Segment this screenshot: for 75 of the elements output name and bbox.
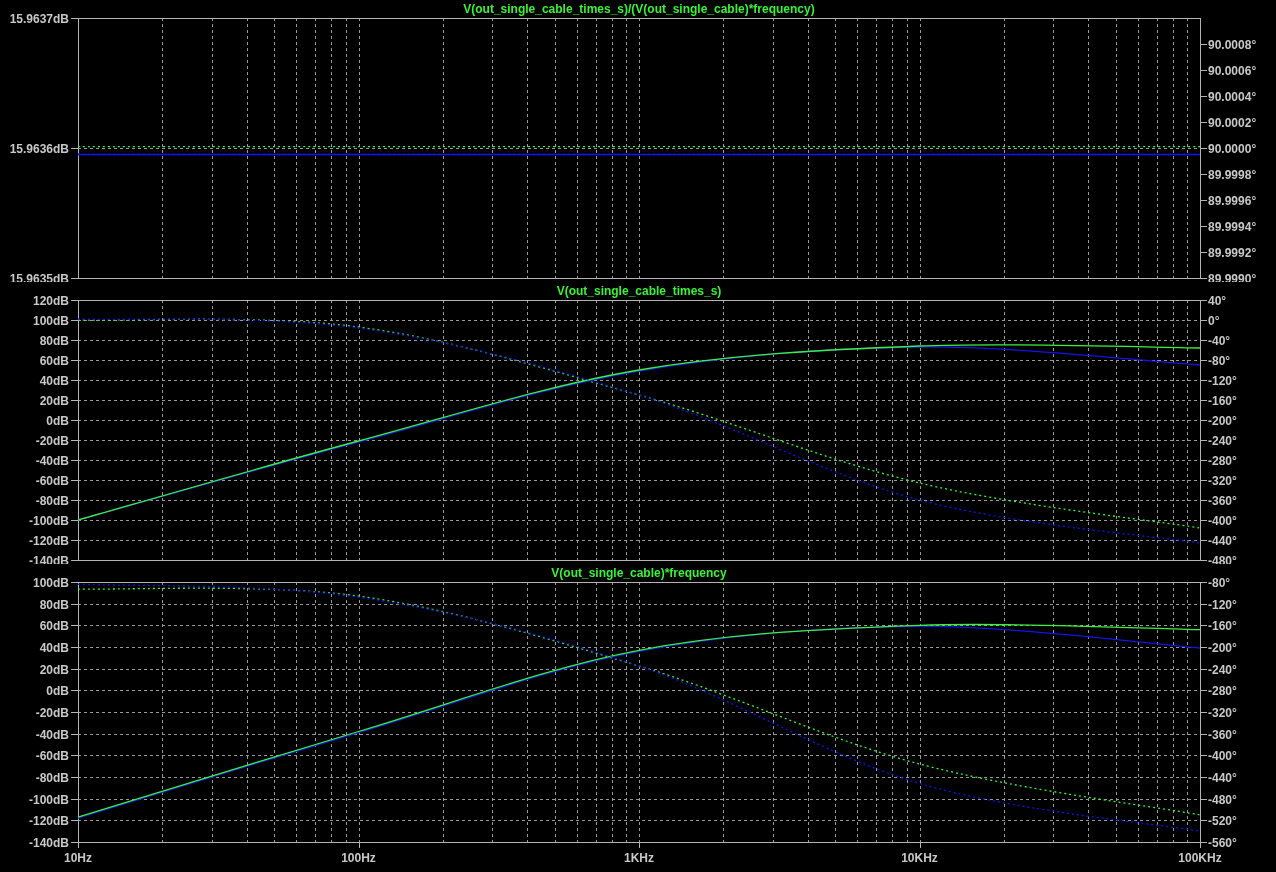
- y-axis-label: -320°: [1208, 705, 1237, 720]
- y-axis-label: -80dB: [35, 493, 69, 508]
- y-axis-label: -40°: [1208, 333, 1231, 348]
- y-axis-label: 80dB: [39, 597, 69, 612]
- y-axis-label: -400°: [1208, 513, 1237, 528]
- y-axis-label: 80dB: [39, 333, 69, 348]
- y-axis-label: -60dB: [35, 748, 69, 763]
- y-axis-label: 60dB: [39, 618, 69, 633]
- y-axis-label: 90.0002°: [1208, 115, 1257, 130]
- y-axis-label: -560°: [1208, 835, 1237, 850]
- y-axis-label: 90.0000°: [1208, 141, 1257, 156]
- y-axis-label: 0dB: [46, 683, 69, 698]
- x-axis-label: 1KHz: [624, 851, 654, 865]
- plot-title: V(out_single_cable_times_s)/(V(out_single_cable)*frequency): [463, 2, 815, 16]
- x-axis-label: 10KHz: [901, 851, 938, 865]
- y-axis-label: -360°: [1208, 727, 1237, 742]
- y-axis-label: -280°: [1208, 453, 1237, 468]
- plot-title: V(out_single_cable)*frequency: [551, 566, 727, 580]
- y-axis-label: -80°: [1208, 353, 1231, 368]
- y-axis-label: 40dB: [39, 373, 69, 388]
- y-axis-label: -140dB: [29, 835, 69, 850]
- x-axis-label: 10Hz: [64, 851, 92, 865]
- y-axis-label: -60dB: [35, 473, 69, 488]
- y-axis-label: -440°: [1208, 533, 1237, 548]
- y-axis-label: 20dB: [39, 662, 69, 677]
- y-axis-label: 40°: [1208, 293, 1227, 308]
- y-axis-label: -80dB: [35, 770, 69, 785]
- y-axis-label: -480°: [1208, 792, 1237, 807]
- y-axis-label: -240°: [1208, 662, 1237, 677]
- y-axis-label: 0°: [1208, 313, 1220, 328]
- y-axis-label: -240°: [1208, 433, 1237, 448]
- y-axis-label: -120dB: [29, 813, 69, 828]
- y-axis-label: 90.0008°: [1208, 37, 1257, 52]
- y-axis-label: 90.0004°: [1208, 89, 1257, 104]
- y-axis-label: -160°: [1208, 393, 1237, 408]
- y-axis-label: 89.9998°: [1208, 167, 1257, 182]
- y-axis-label: -160°: [1208, 618, 1237, 633]
- plot-title: V(out_single_cable_times_s): [556, 284, 722, 298]
- y-axis-label: -40dB: [35, 727, 69, 742]
- y-axis-label: 60dB: [39, 353, 69, 368]
- y-axis-label: -480°: [1208, 553, 1237, 564]
- y-axis-label: 120dB: [32, 293, 69, 308]
- y-axis-label: 100dB: [32, 575, 69, 590]
- y-axis-label: -120°: [1208, 373, 1237, 388]
- y-axis-label: -360°: [1208, 493, 1237, 508]
- y-axis-label: -320°: [1208, 473, 1237, 488]
- y-axis-label: -120°: [1208, 597, 1237, 612]
- y-axis-label: -440°: [1208, 770, 1237, 785]
- y-axis-label: -20dB: [35, 705, 69, 720]
- y-axis-label: 90.0006°: [1208, 63, 1257, 78]
- y-axis-label: 89.9990°: [1208, 271, 1257, 282]
- y-axis-label: 40dB: [39, 640, 69, 655]
- y-axis-label: 20dB: [39, 393, 69, 408]
- y-axis-label: 89.9996°: [1208, 193, 1257, 208]
- y-axis-label: 89.9992°: [1208, 245, 1257, 260]
- x-axis-label: 100Hz: [341, 851, 376, 865]
- y-axis-label: -120dB: [29, 533, 69, 548]
- y-axis-label: -100dB: [29, 513, 69, 528]
- y-axis-label: -400°: [1208, 748, 1237, 763]
- y-axis-label: 100dB: [32, 313, 69, 328]
- y-axis-label: 0dB: [46, 413, 69, 428]
- y-axis-label: 89.9994°: [1208, 219, 1257, 234]
- y-axis-label: -140dB: [29, 553, 69, 564]
- y-axis-label: 15.9637dB: [9, 11, 69, 26]
- y-axis-label: 15.9635dB: [9, 271, 69, 282]
- y-axis-label: -80°: [1208, 575, 1231, 590]
- y-axis-label: 15.9636dB: [9, 141, 69, 156]
- y-axis-label: -40dB: [35, 453, 69, 468]
- y-axis-label: -200°: [1208, 640, 1237, 655]
- y-axis-label: -520°: [1208, 813, 1237, 828]
- x-axis-label: 100KHz: [1178, 851, 1222, 865]
- y-axis-label: -280°: [1208, 683, 1237, 698]
- y-axis-label: -200°: [1208, 413, 1237, 428]
- y-axis-label: -100dB: [29, 792, 69, 807]
- y-axis-label: -20dB: [35, 433, 69, 448]
